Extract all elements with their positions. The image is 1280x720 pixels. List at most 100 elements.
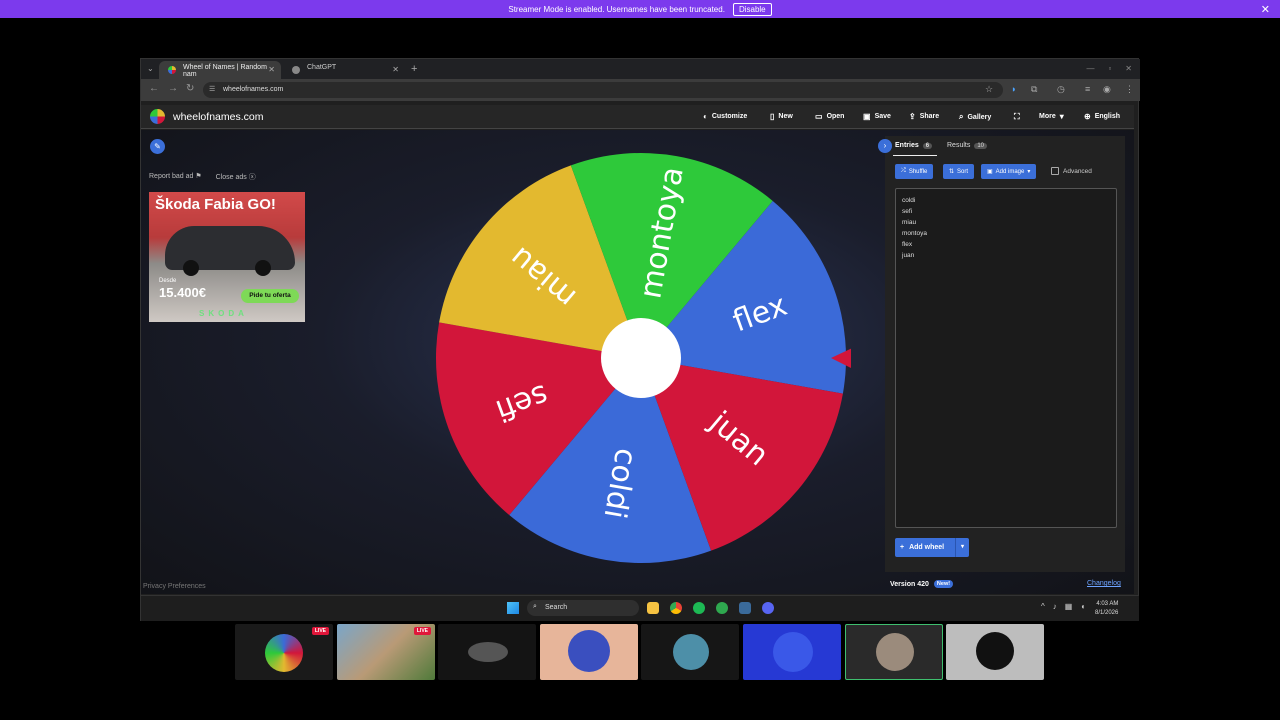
new-button[interactable]: ▯ New	[770, 112, 793, 121]
tab-wheel-of-names[interactable]: Wheel of Names | Random nam ✕	[159, 61, 281, 79]
language-button[interactable]: ⊕ English	[1084, 112, 1120, 121]
wheel-logo-icon[interactable]	[150, 109, 165, 124]
reading-list-icon[interactable]: ≡	[1085, 84, 1090, 94]
file-explorer-icon[interactable]	[647, 602, 659, 614]
gallery-button[interactable]: ⌕ Gallery	[959, 112, 991, 122]
entries-count-badge: 6	[922, 142, 933, 149]
stream-thumbnail[interactable]	[438, 624, 536, 680]
tab-close-icon[interactable]: ✕	[268, 65, 275, 74]
folder-icon: ▭	[815, 112, 823, 121]
tab-title: Wheel of Names | Random nam	[183, 64, 267, 78]
extensions-puzzle-icon[interactable]: ⧉	[1031, 84, 1037, 95]
privacy-preferences-link[interactable]: Privacy Preferences	[143, 583, 206, 590]
reload-icon[interactable]: ↻	[186, 83, 194, 94]
ad-from-label: Desde	[159, 278, 177, 284]
browser-menu-icon[interactable]: ⋮	[1125, 84, 1134, 95]
changelog-link[interactable]: Changelog	[1087, 580, 1121, 587]
tab-results[interactable]: Results 10	[947, 142, 988, 149]
image-icon: ▣	[987, 169, 993, 175]
extension-icon[interactable]: ◗	[1011, 84, 1016, 94]
windows-start-icon[interactable]	[507, 602, 519, 614]
new-tab-button[interactable]: +	[411, 63, 417, 75]
edit-title-button[interactable]: ✎	[150, 139, 165, 154]
tab-entries-label: Entries	[895, 142, 919, 149]
palette-icon: ◐	[703, 112, 708, 121]
plus-icon: +	[900, 544, 905, 551]
back-icon[interactable]: ←	[149, 83, 159, 94]
shuffle-button[interactable]: ⤮ Shuffle	[895, 164, 934, 179]
network-icon[interactable]: ▦	[1065, 602, 1073, 611]
site-name[interactable]: wheelofnames.com	[173, 111, 263, 123]
add-image-button[interactable]: ▣ Add image ▾	[981, 164, 1037, 179]
flag-icon: ⚑	[195, 173, 202, 180]
bookmark-star-icon[interactable]: ☆	[985, 84, 993, 95]
close-window-icon[interactable]: ✕	[1125, 64, 1132, 73]
history-icon[interactable]: ◷	[1057, 84, 1065, 95]
add-wheel-button[interactable]: + Add wheel ▾	[895, 538, 969, 557]
volume-icon[interactable]: ◖	[1080, 602, 1085, 611]
steam-icon[interactable]	[739, 602, 751, 614]
stream-thumbnail[interactable]: LIVE	[235, 624, 333, 680]
ad-cta-button[interactable]: Pide tu oferta	[241, 289, 299, 303]
tab-close-icon[interactable]: ✕	[392, 65, 399, 74]
avatar	[673, 634, 709, 670]
forward-icon[interactable]: →	[168, 83, 178, 94]
system-clock[interactable]: 4:03 AM 8/1/2026	[1095, 600, 1118, 618]
sort-button[interactable]: ⇅ Sort	[943, 164, 975, 179]
collapse-panel-button[interactable]: ›	[878, 139, 892, 153]
entry-line: montoya	[902, 230, 927, 237]
wheel-center-hub[interactable]	[601, 318, 681, 398]
report-bad-ad-link[interactable]: Report bad ad ⚑	[149, 172, 202, 182]
maximize-icon[interactable]: ▫	[1108, 64, 1111, 73]
fullscreen-icon: ⛶	[1014, 112, 1020, 121]
tab-search-icon[interactable]: ⌄	[147, 64, 154, 73]
close-ads-link[interactable]: Close ads ⓧ	[216, 172, 256, 182]
tab-title: ChatGPT	[307, 64, 337, 71]
stream-thumbnail[interactable]	[946, 624, 1044, 680]
close-icon[interactable]: ✕	[1261, 3, 1270, 16]
avatar	[468, 642, 508, 662]
stream-thumbnail[interactable]	[641, 624, 739, 680]
address-bar[interactable]: ☰ wheelofnames.com	[203, 82, 1003, 98]
fullscreen-button[interactable]: ⛶	[1014, 112, 1020, 122]
spotify-icon[interactable]	[693, 602, 705, 614]
advanced-checkbox[interactable]: Advanced	[1051, 167, 1092, 175]
stream-thumbnail[interactable]	[540, 624, 638, 680]
minimize-icon[interactable]: —	[1086, 64, 1094, 73]
wheel-spinner[interactable]: coldisefimiau montoyaflexjuan	[431, 148, 851, 568]
add-image-label: Add image	[995, 168, 1025, 175]
tab-chatgpt[interactable]: ChatGPT ✕	[283, 61, 405, 79]
chevron-up-icon[interactable]: ^	[1041, 602, 1045, 611]
taskbar-search[interactable]: ⌕ Search	[527, 600, 639, 616]
new-badge: New!	[933, 580, 954, 588]
stream-thumbnail[interactable]: LIVE	[337, 624, 435, 680]
wheel-preview-image	[265, 634, 303, 672]
discord-icon[interactable]	[762, 602, 774, 614]
chevron-right-icon: ›	[883, 141, 887, 150]
chevron-down-icon[interactable]: ▾	[955, 538, 969, 557]
entries-textarea[interactable]: coldi sefi miau montoya flex juan	[895, 188, 1117, 528]
save-icon: ▣	[863, 112, 871, 121]
tab-entries[interactable]: Entries 6	[895, 142, 933, 149]
shuffle-label: Shuffle	[908, 168, 928, 175]
share-button[interactable]: ⇪ Share	[909, 112, 939, 121]
chrome-icon[interactable]	[670, 602, 682, 614]
stream-thumbnail[interactable]	[743, 624, 841, 680]
more-label: More	[1039, 113, 1056, 120]
open-button[interactable]: ▭ Open	[815, 112, 844, 121]
taskbar: ⌕ Search ^ ♪ ▦ ◖ 4:03 AM 8/1/2026	[141, 595, 1139, 621]
xbox-icon[interactable]	[716, 602, 728, 614]
checkbox-icon[interactable]	[1051, 167, 1059, 175]
save-button[interactable]: ▣ Save	[863, 112, 891, 121]
more-button[interactable]: More ▾	[1039, 112, 1064, 121]
microphone-icon[interactable]: ♪	[1053, 602, 1057, 611]
site-info-icon[interactable]: ☰	[209, 85, 215, 93]
advertisement[interactable]: Škoda Fabia GO! Desde 15.400€ Pide tu of…	[149, 192, 305, 322]
stream-thumbnail[interactable]	[845, 624, 943, 680]
avatar	[976, 632, 1014, 670]
new-label: New	[778, 113, 793, 120]
disable-streamer-mode-button[interactable]: Disable	[732, 2, 772, 16]
clock-time: 4:03 AM	[1096, 601, 1119, 607]
customize-button[interactable]: ◐ Customize	[703, 112, 747, 121]
profile-avatar-icon[interactable]: ◉	[1103, 84, 1111, 95]
